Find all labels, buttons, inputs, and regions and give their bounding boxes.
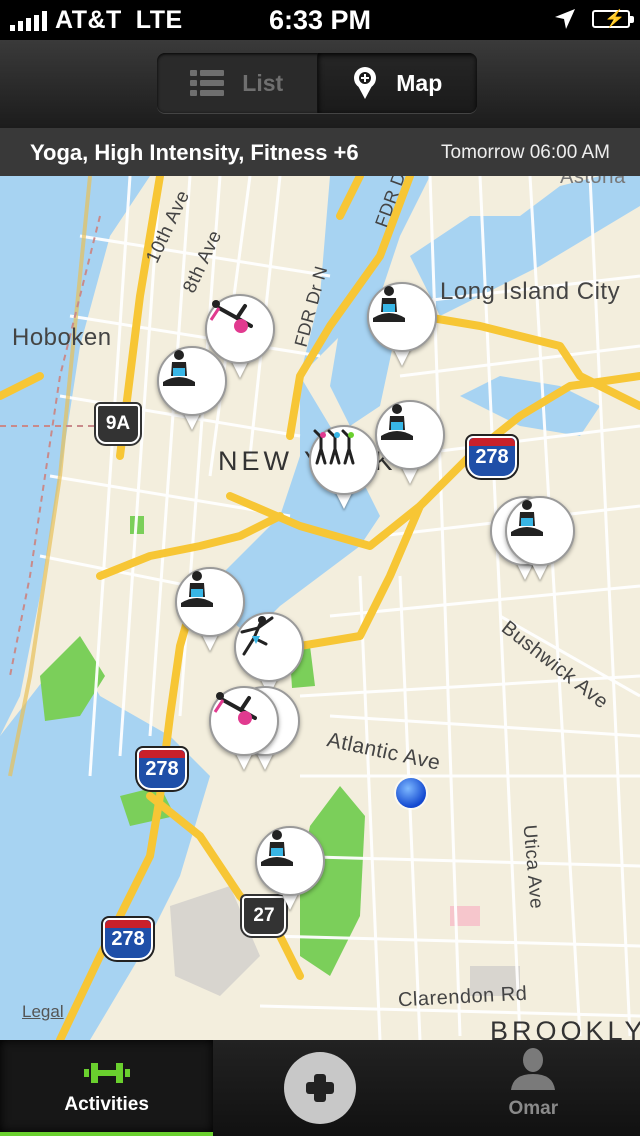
meditation-icon — [181, 571, 213, 607]
route-shield-9a: 9A — [96, 404, 140, 444]
yoga-stretch-icon — [213, 692, 257, 725]
segment-map-label: Map — [396, 69, 443, 96]
tab-profile-label: Omar — [508, 1098, 559, 1119]
tab-activities-label: Activities — [64, 1094, 149, 1115]
status-bar: AT&T LTE 6:33 PM ⚡ — [0, 0, 640, 40]
segment-list[interactable]: List — [157, 53, 318, 113]
clock: 6:33 PM — [268, 5, 372, 35]
map-view[interactable]: Hoboken Long Island City NEW YORK Astori… — [0, 176, 640, 1040]
filter-banner[interactable]: Yoga, High Intensity, Fitness +6 Tomorro… — [0, 128, 640, 176]
plus-icon — [283, 1052, 356, 1124]
segment-list-label: List — [242, 69, 284, 96]
yoga-stretch-icon — [209, 300, 253, 333]
current-location-dot — [396, 778, 426, 808]
activity-filter-text: Yoga, High Intensity, Fitness +6 — [30, 140, 359, 165]
meditation-icon — [261, 830, 293, 866]
battery-icon: ⚡ — [592, 9, 634, 28]
interstate-shield-278: 278 — [103, 918, 153, 960]
activity-pin[interactable] — [255, 826, 325, 916]
tab-bar: Activities Omar — [0, 1040, 640, 1136]
meditation-icon — [381, 404, 413, 440]
view-segmented-control: List Map — [157, 53, 477, 113]
meditation-icon — [373, 286, 405, 322]
tab-profile[interactable]: Omar — [427, 1040, 640, 1136]
map-label-hoboken: Hoboken — [12, 324, 112, 351]
group-fitness-icon — [313, 429, 355, 465]
meditation-icon — [163, 350, 195, 386]
dance-icon — [240, 616, 274, 656]
activity-pin[interactable] — [157, 346, 227, 436]
location-arrow-icon — [555, 9, 575, 29]
activity-pin[interactable] — [209, 686, 279, 776]
meditation-icon — [511, 500, 543, 536]
interstate-shield-278: 278 — [137, 748, 187, 790]
activity-pin[interactable] — [367, 282, 437, 372]
tab-add[interactable] — [213, 1040, 426, 1136]
nav-bar: List Map — [0, 40, 640, 128]
activity-pin[interactable] — [375, 400, 445, 490]
dumbbell-icon — [83, 1063, 130, 1083]
time-filter-text: Tomorrow 06:00 AM — [441, 142, 610, 163]
interstate-shield-278: 278 — [467, 436, 517, 478]
map-label-long-island-city: Long Island City — [440, 278, 621, 305]
map-pin-icon — [354, 67, 377, 99]
map-label-astoria: Astoria — [560, 176, 626, 188]
map-label-brooklyn: BROOKLYN — [490, 1016, 640, 1040]
list-icon — [190, 69, 225, 97]
activity-pin[interactable] — [309, 425, 379, 515]
legal-link[interactable]: Legal — [22, 1002, 64, 1022]
activity-pin[interactable] — [505, 496, 575, 586]
tab-activities[interactable]: Activities — [0, 1040, 214, 1136]
user-icon — [511, 1048, 556, 1090]
segment-map[interactable]: Map — [317, 53, 477, 113]
